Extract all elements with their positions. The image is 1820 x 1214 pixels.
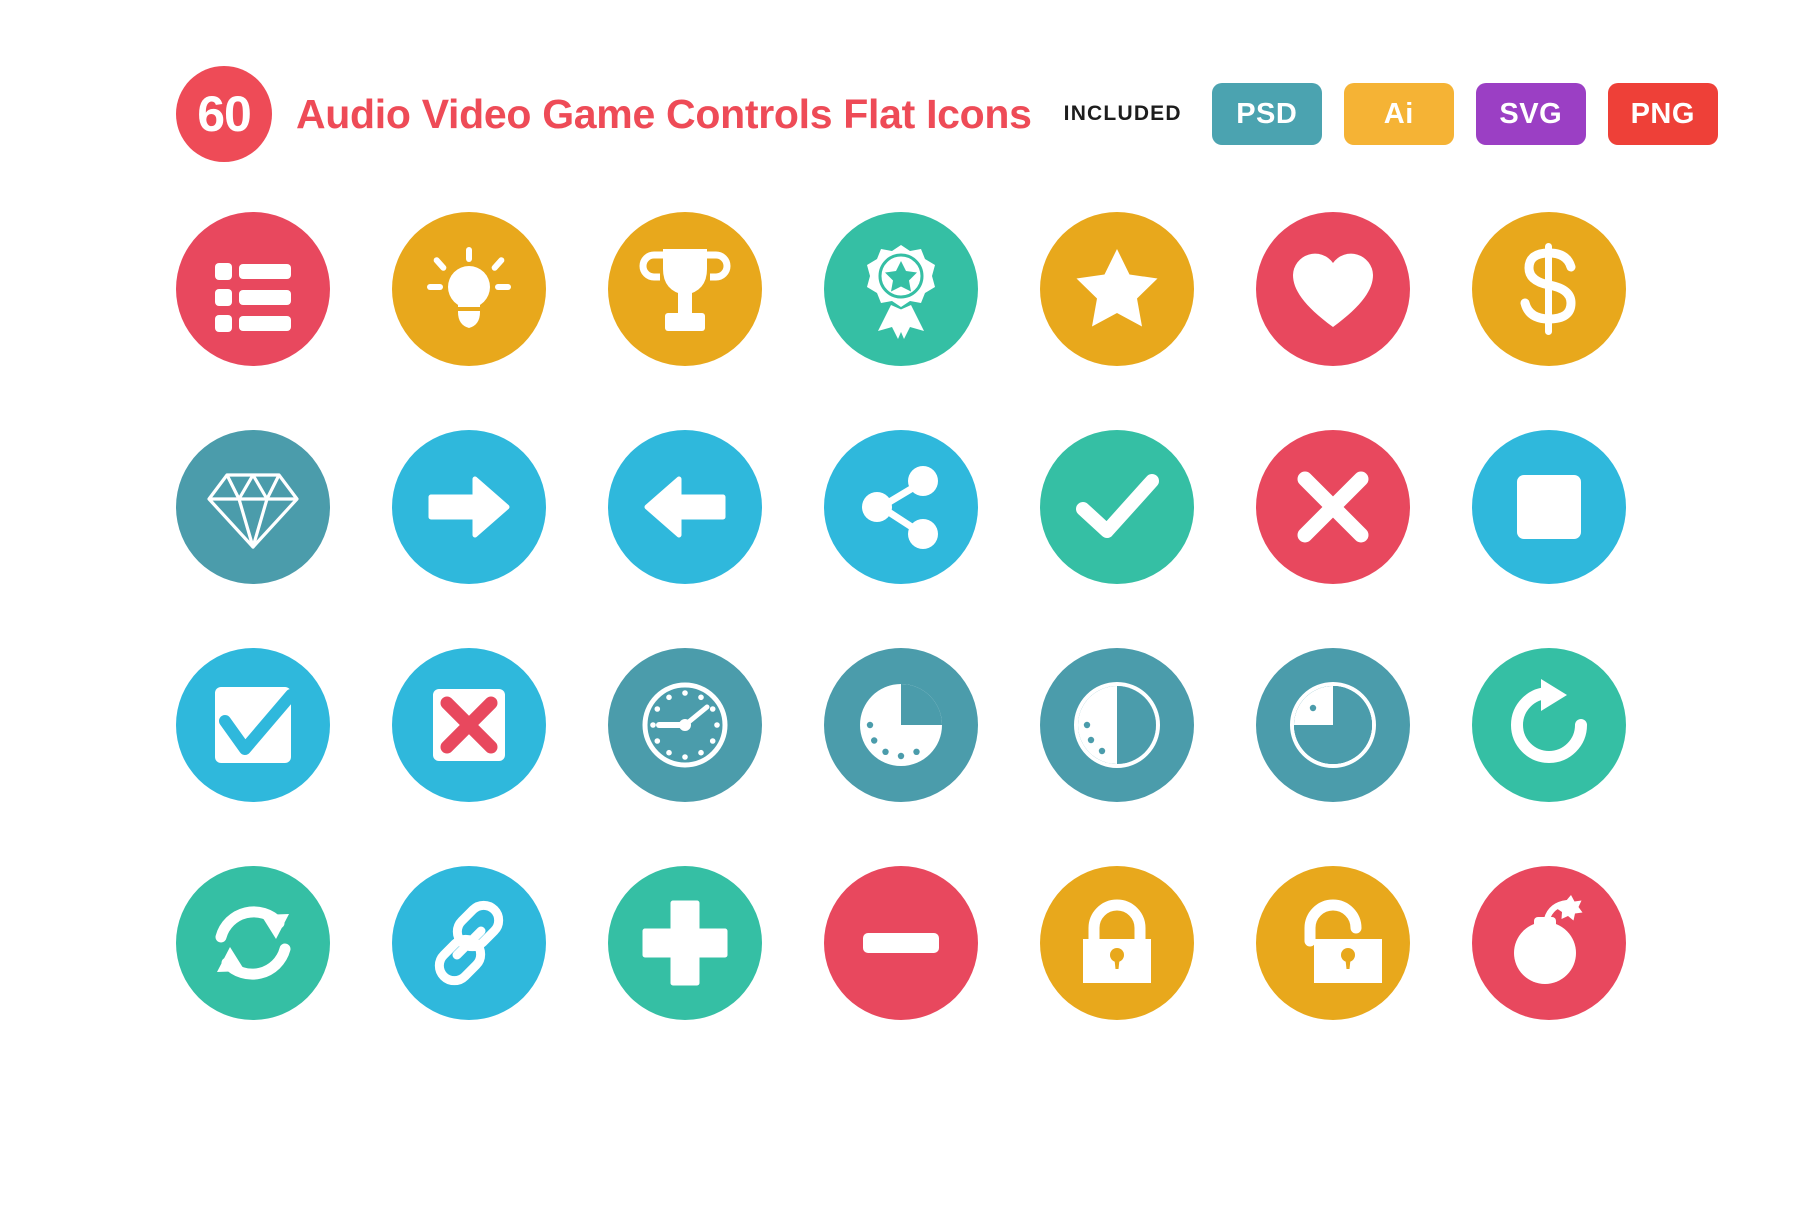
heart-icon[interactable] — [1256, 212, 1410, 366]
arrow-left-icon[interactable] — [608, 430, 762, 584]
diamond-icon[interactable] — [176, 430, 330, 584]
format-chip-psd[interactable]: PSD — [1211, 83, 1322, 145]
arrow-right-icon-glyph — [428, 476, 510, 538]
trophy-icon[interactable] — [608, 212, 762, 366]
sync-icon[interactable] — [176, 866, 330, 1020]
redo-icon[interactable] — [1472, 648, 1626, 802]
clock-icon[interactable] — [608, 648, 762, 802]
star-icon[interactable] — [1040, 212, 1194, 366]
list-icon-glyph — [215, 263, 291, 332]
check-icon[interactable] — [1040, 430, 1194, 584]
format-chip-label: PNG — [1630, 97, 1695, 130]
lock-closed-icon[interactable] — [1040, 866, 1194, 1020]
format-chip-list: PSD Ai SVG PNG — [1211, 83, 1718, 145]
clock-icon-glyph — [642, 682, 728, 768]
dollar-icon-glyph — [1520, 243, 1576, 335]
lock-open-icon-glyph — [1304, 899, 1382, 983]
arrow-right-icon[interactable] — [392, 430, 546, 584]
bomb-icon-glyph — [1514, 895, 1583, 984]
share-icon-glyph — [862, 466, 938, 549]
link-icon[interactable] — [392, 866, 546, 1020]
clock-quarter-icon[interactable] — [824, 648, 978, 802]
minus-icon-glyph — [863, 933, 939, 953]
plus-icon-glyph — [642, 900, 728, 986]
award-ribbon-icon-glyph — [867, 245, 935, 339]
page-title: Audio Video Game Controls Flat Icons — [296, 90, 1032, 137]
format-chip-ai[interactable]: Ai — [1343, 83, 1454, 145]
bomb-icon[interactable] — [1472, 866, 1626, 1020]
clock-quarter-icon-glyph — [860, 684, 942, 766]
format-chip-svg[interactable]: SVG — [1475, 83, 1586, 145]
list-icon[interactable] — [176, 212, 330, 366]
close-x-icon[interactable] — [1256, 430, 1410, 584]
icon-set-page: 60 Audio Video Game Controls Flat Icons … — [0, 0, 1820, 1214]
minus-icon[interactable] — [824, 866, 978, 1020]
plus-icon[interactable] — [608, 866, 762, 1020]
sync-icon-glyph — [215, 906, 291, 980]
icon-grid — [176, 212, 1626, 1020]
lock-closed-icon-glyph — [1083, 899, 1151, 983]
lightbulb-icon[interactable] — [392, 212, 546, 366]
included-label: INCLUDED — [1063, 102, 1182, 125]
checkbox-checked-icon[interactable] — [176, 648, 330, 802]
heart-icon-glyph — [1293, 253, 1373, 327]
clock-half-icon[interactable] — [1040, 648, 1194, 802]
diamond-icon-glyph — [207, 473, 299, 549]
format-chip-label: SVG — [1499, 97, 1563, 130]
icon-count-badge: 60 — [176, 66, 272, 162]
check-icon-glyph — [1076, 474, 1159, 538]
clock-three-quarter-icon-glyph — [1290, 682, 1376, 768]
close-x-icon-glyph — [1297, 471, 1369, 543]
lock-open-icon[interactable] — [1256, 866, 1410, 1020]
stop-square-icon[interactable] — [1472, 430, 1626, 584]
redo-icon-glyph — [1511, 679, 1587, 763]
dollar-icon[interactable] — [1472, 212, 1626, 366]
format-chip-label: Ai — [1383, 97, 1414, 130]
clock-half-icon-glyph — [1074, 682, 1160, 768]
icon-count-value: 60 — [197, 86, 252, 142]
format-chip-label: PSD — [1236, 97, 1298, 130]
arrow-left-icon-glyph — [644, 476, 726, 538]
checkbox-checked-icon-glyph — [215, 687, 297, 763]
header: 60 Audio Video Game Controls Flat Icons … — [176, 66, 1718, 162]
award-ribbon-icon[interactable] — [824, 212, 978, 366]
format-chip-png[interactable]: PNG — [1607, 83, 1718, 145]
checkbox-x-icon-glyph — [433, 689, 505, 761]
checkbox-x-icon[interactable] — [392, 648, 546, 802]
share-icon[interactable] — [824, 430, 978, 584]
stop-square-icon-glyph — [1517, 475, 1581, 539]
lightbulb-icon-glyph — [427, 247, 511, 328]
clock-three-quarter-icon[interactable] — [1256, 648, 1410, 802]
star-icon-glyph — [1076, 249, 1158, 327]
trophy-icon-glyph — [639, 249, 731, 331]
link-icon-glyph — [434, 900, 504, 986]
